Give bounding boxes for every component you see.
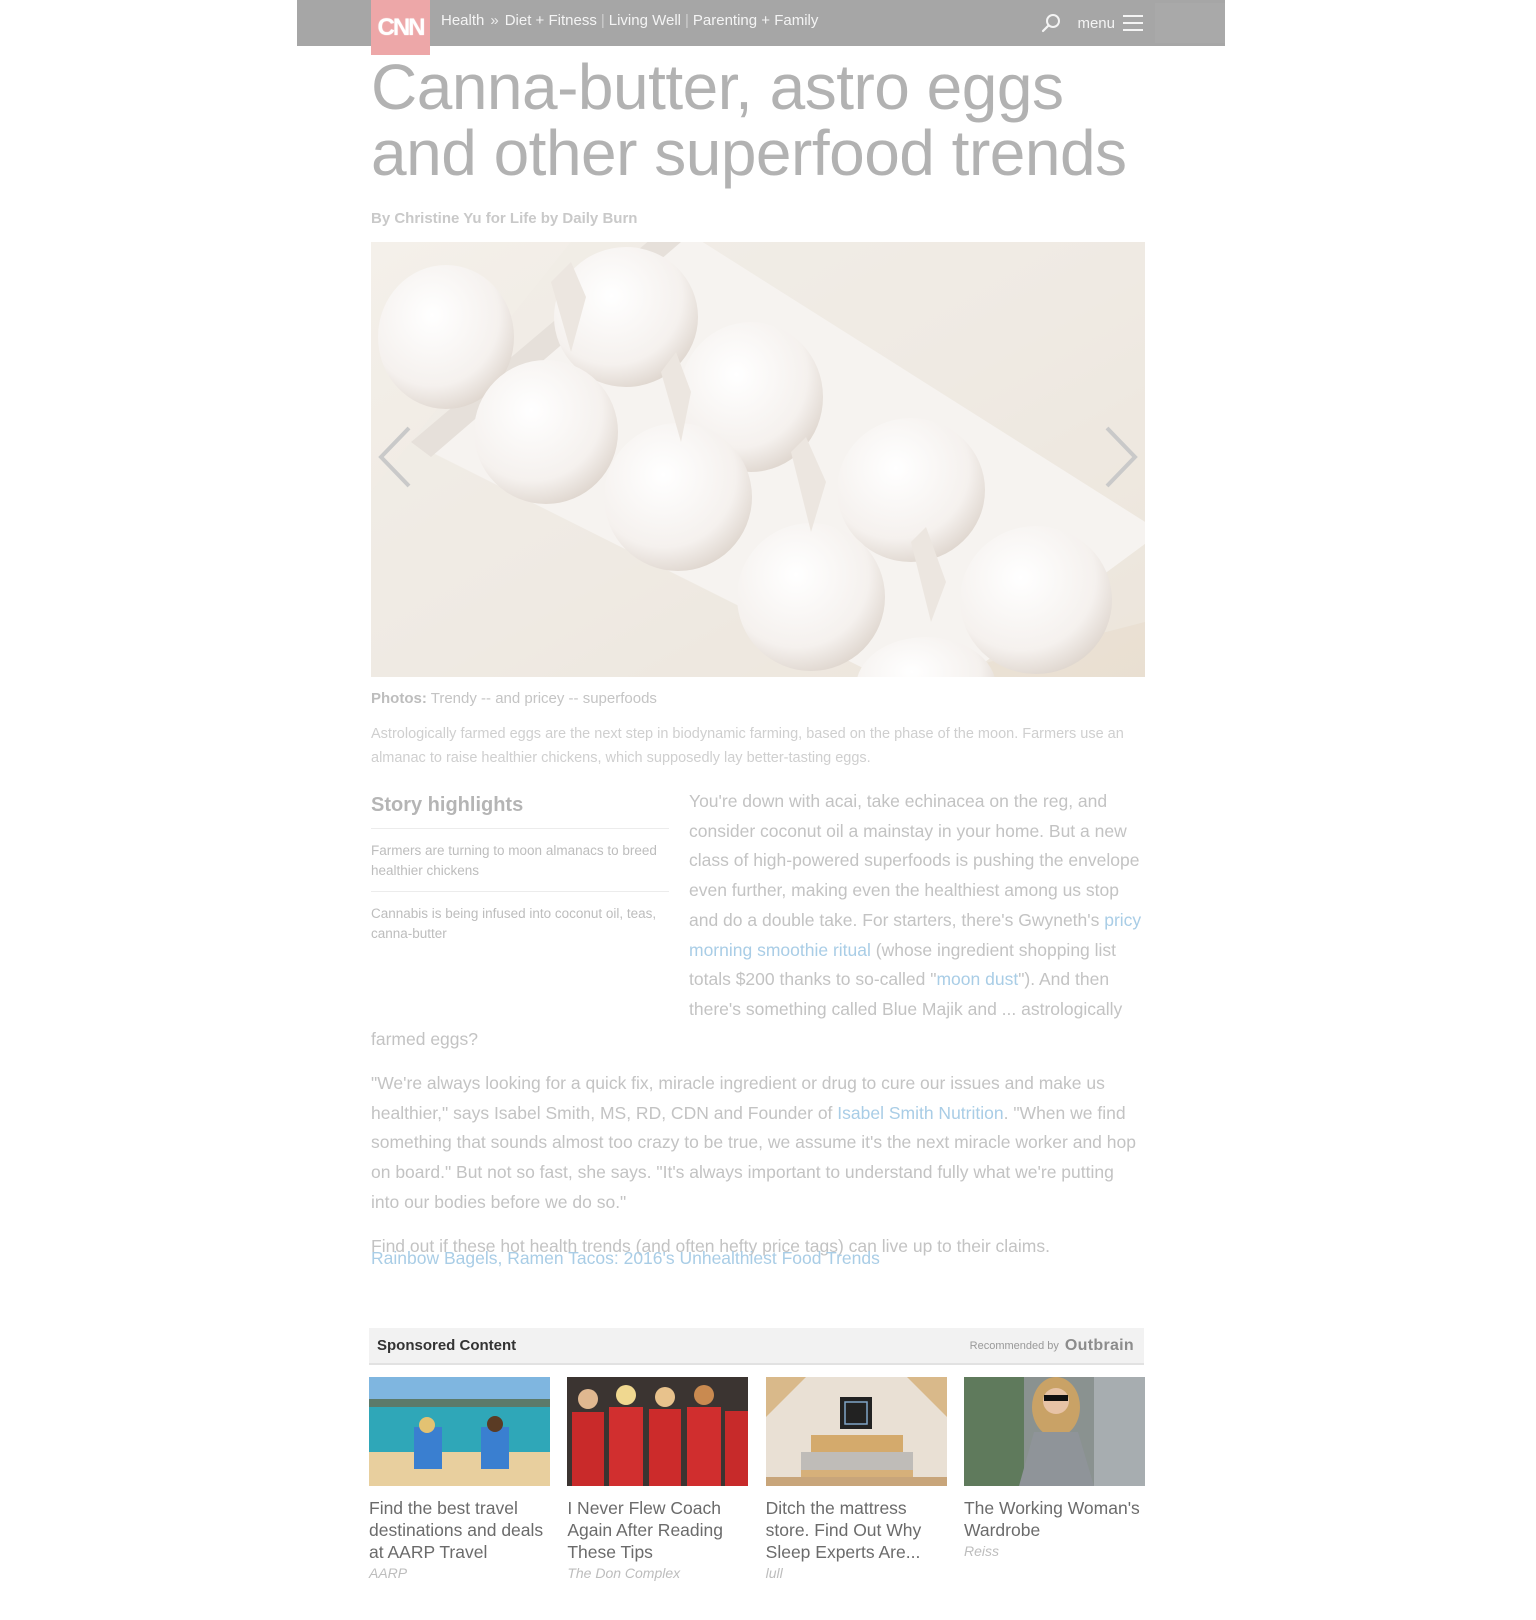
gallery-caption: Photos: Trendy -- and pricey -- superfoo… bbox=[371, 690, 657, 707]
sponsored-card[interactable]: Ditch the mattress store. Find Out Why S… bbox=[765, 1377, 947, 1581]
hamburger-icon[interactable] bbox=[1123, 15, 1143, 31]
card-title: The Working Woman's Wardrobe bbox=[963, 1498, 1140, 1540]
photo-gallery[interactable] bbox=[371, 242, 1145, 677]
nav-section-health[interactable]: Health bbox=[441, 12, 484, 29]
text: You're down with acai, take echinacea on… bbox=[689, 791, 1140, 930]
divider: | bbox=[600, 12, 605, 29]
cnn-logo[interactable]: CNN bbox=[371, 0, 430, 55]
highlights-spacer bbox=[371, 787, 689, 995]
card-title: I Never Flew Coach Again After Reading T… bbox=[567, 1498, 723, 1562]
caption-label: Photos: bbox=[371, 690, 427, 707]
outbrain-logo: Outbrain bbox=[1064, 1337, 1134, 1354]
sponsored-card[interactable]: Find the best travel destinations and de… bbox=[369, 1377, 550, 1581]
link-moon-dust[interactable]: moon dust bbox=[936, 969, 1018, 989]
byline: By Christine Yu for Life by Daily Burn bbox=[371, 210, 638, 227]
recommended-label: Recommended by bbox=[969, 1340, 1059, 1352]
headline-line-1: Canna-butter, astro eggs bbox=[371, 51, 1064, 123]
nav-link-living-well[interactable]: Living Well bbox=[609, 12, 681, 29]
nav-placeholder-box bbox=[1155, 3, 1225, 43]
sponsored-cards: Find the best travel destinations and de… bbox=[369, 1377, 1145, 1581]
thumbnail-beach-chairs bbox=[369, 1377, 550, 1486]
page-title: Canna-butter, astro eggs and other super… bbox=[371, 54, 1171, 186]
sponsored-title: Sponsored Content bbox=[377, 1337, 517, 1354]
section-breadcrumb: Health » Diet + Fitness | Living Well | … bbox=[441, 12, 818, 29]
headline-line-2: and other superfood trends bbox=[371, 117, 1127, 189]
breadcrumb-separator: » bbox=[490, 12, 499, 29]
thumbnail-bedroom bbox=[765, 1377, 947, 1486]
sponsored-header: Sponsored Content Recommended by Outbrai… bbox=[369, 1328, 1144, 1365]
recommended-by[interactable]: Recommended by Outbrain bbox=[970, 1337, 1134, 1355]
chevron-right-icon[interactable] bbox=[1101, 422, 1141, 492]
card-source: AARP bbox=[369, 1565, 408, 1581]
caption-description: Astrologically farmed eggs are the next … bbox=[371, 726, 1124, 766]
gallery-image-eggs bbox=[371, 242, 1145, 677]
paragraph-2: "We're always looking for a quick fix, m… bbox=[371, 1069, 1145, 1218]
card-title: Find the best travel destinations and de… bbox=[369, 1498, 544, 1562]
nav-actions: menu bbox=[1041, 0, 1225, 46]
card-source: Reiss bbox=[963, 1543, 999, 1559]
chevron-left-icon[interactable] bbox=[375, 422, 415, 492]
nav-link-parenting-family[interactable]: Parenting + Family bbox=[693, 12, 818, 29]
caption-title: Trendy -- and pricey -- superfoods bbox=[430, 690, 657, 707]
link-isabel-smith-nutrition[interactable]: Isabel Smith Nutrition bbox=[837, 1103, 1003, 1123]
search-icon[interactable] bbox=[1041, 13, 1061, 33]
thumbnail-flight-attendants bbox=[567, 1377, 749, 1486]
card-source: lull bbox=[765, 1565, 783, 1581]
sponsored-card[interactable]: The Working Woman's Wardrobe Reiss bbox=[963, 1377, 1145, 1581]
card-source: The Don Complex bbox=[567, 1565, 681, 1581]
top-navigation: CNN Health » Diet + Fitness | Living Wel… bbox=[297, 0, 1225, 55]
sponsored-card[interactable]: I Never Flew Coach Again After Reading T… bbox=[567, 1377, 749, 1581]
related-article-link[interactable]: Rainbow Bagels, Ramen Tacos: 2016's Unhe… bbox=[371, 1248, 880, 1269]
card-title: Ditch the mattress store. Find Out Why S… bbox=[765, 1498, 922, 1562]
menu-button[interactable]: menu bbox=[1077, 15, 1115, 32]
nav-link-diet-fitness[interactable]: Diet + Fitness bbox=[505, 12, 597, 29]
logo-text: CNN bbox=[377, 13, 426, 41]
article-body: You're down with acai, take echinacea on… bbox=[371, 787, 1145, 1276]
divider: | bbox=[685, 12, 689, 29]
thumbnail-working-woman bbox=[963, 1377, 1145, 1486]
